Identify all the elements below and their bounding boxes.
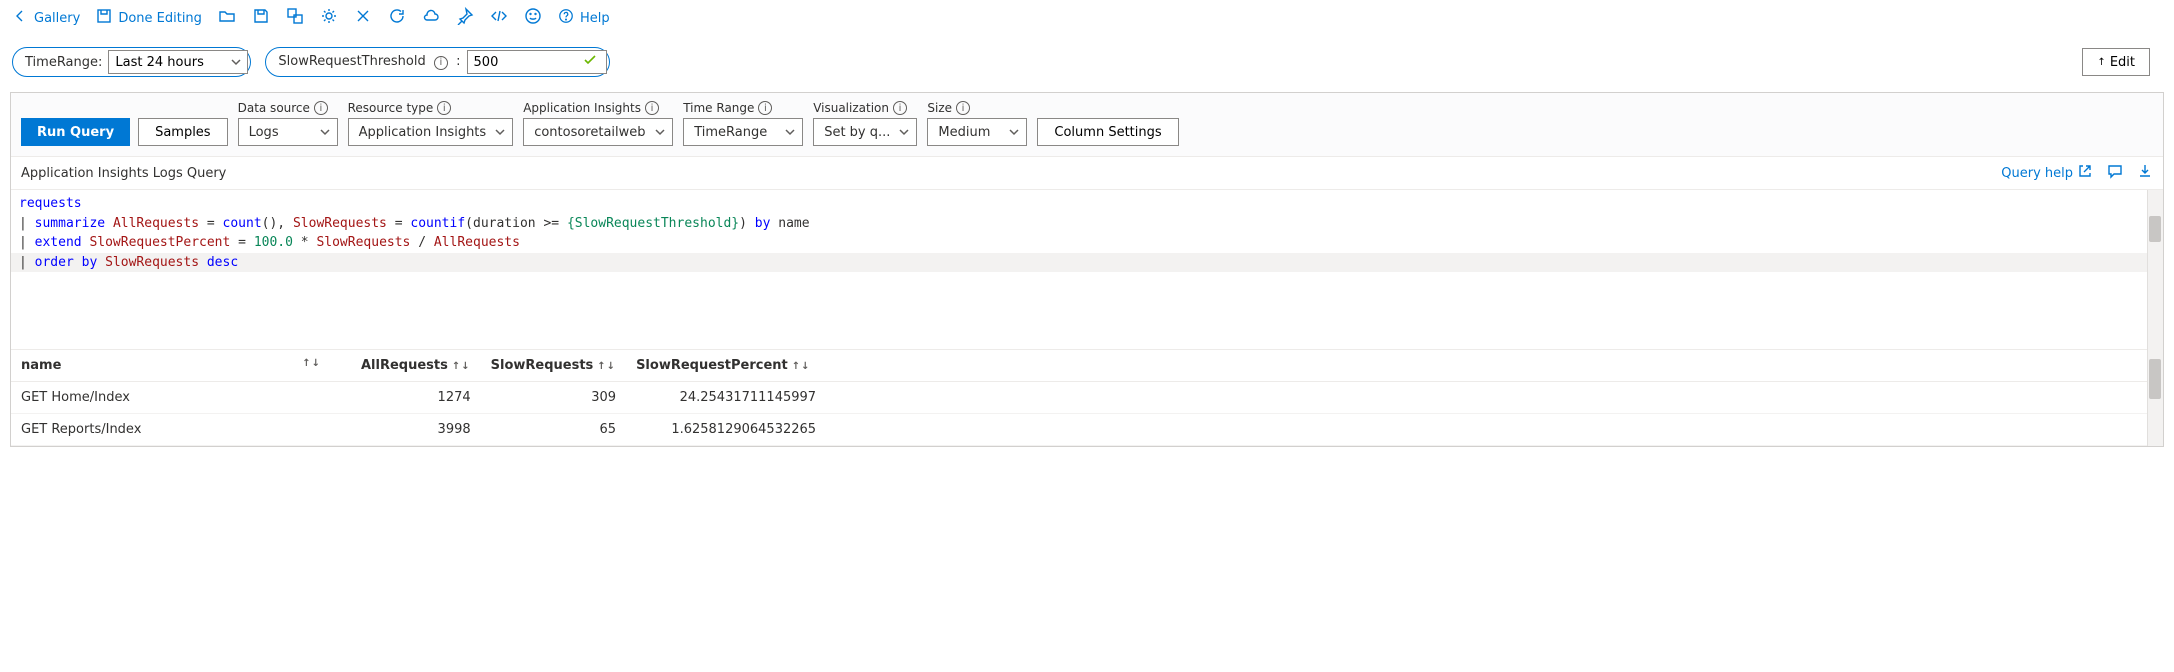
application-insights-select[interactable]: contosoretailweb [523,118,673,146]
question-icon [558,8,574,28]
done-editing-label: Done Editing [118,11,202,26]
size-select[interactable]: Medium [927,118,1027,146]
feedback-button[interactable] [524,7,542,29]
table-scrollbar[interactable] [2147,349,2163,446]
col-slow-requests[interactable]: SlowRequests↑↓ [481,350,626,382]
gear-icon [320,7,338,29]
query-editor[interactable]: requests | summarize AllRequests = count… [11,189,2163,349]
sort-icon: ↑↓ [597,361,616,372]
code-button[interactable] [490,7,508,29]
query-title: Application Insights Logs Query [21,166,226,181]
comment-icon[interactable] [2107,163,2123,183]
time-range-select[interactable]: TimeRange [683,118,803,146]
resource-type-field: Resource typei Application Insights [348,101,514,146]
time-range-field: Time Rangei TimeRange [683,101,803,146]
save-button[interactable] [252,7,270,29]
col-all-requests[interactable]: AllRequests↑↓ [351,350,481,382]
sort-icon: ↑↓ [452,361,471,372]
pin-button[interactable] [456,7,474,29]
close-icon [354,7,372,29]
top-toolbar: Gallery Done Editing [0,0,2174,36]
open-file-button[interactable] [218,7,236,29]
sort-icon: ↑↓ [792,361,811,372]
code-icon [490,7,508,29]
data-source-field: Data sourcei Logs [238,101,338,146]
info-icon[interactable]: i [645,101,659,115]
cloud-icon [422,7,440,29]
col-name[interactable]: name↑↓ [11,350,351,382]
help-label: Help [580,11,610,26]
disk-icon [252,7,270,29]
query-panel: Run Query Samples Data sourcei Logs Reso… [10,92,2164,447]
info-icon[interactable]: i [893,101,907,115]
time-range-param-select[interactable]: Last 24 hours [108,50,248,74]
cloud-button[interactable] [422,7,440,29]
top-actions: ↑ Edit [2082,48,2162,76]
check-icon [583,53,597,71]
visualization-field: Visualizationi Set by q... [813,101,917,146]
size-field: Sizei Medium [927,101,1027,146]
table-row[interactable]: GET Home/Index 1274 309 24.2543171114599… [11,382,2163,414]
edit-button[interactable]: ↑ Edit [2082,48,2150,76]
application-insights-field: Application Insightsi contosoretailweb [523,101,673,146]
download-icon[interactable] [2137,163,2153,183]
col-slow-percent[interactable]: SlowRequestPercent↑↓ [626,350,826,382]
external-link-icon [2077,163,2093,183]
help-button[interactable]: Help [558,8,610,28]
caret-up-icon: ↑ [2097,57,2105,68]
resource-type-select[interactable]: Application Insights [348,118,514,146]
settings-button[interactable] [320,7,338,29]
stack-icon [286,7,304,29]
done-editing-button[interactable]: Done Editing [96,8,202,28]
info-icon[interactable]: i [437,101,451,115]
samples-button[interactable]: Samples [138,118,228,146]
data-source-select[interactable]: Logs [238,118,338,146]
arrow-left-icon [12,8,28,28]
query-help-link[interactable]: Query help [2001,163,2093,183]
editor-scrollbar[interactable] [2147,190,2163,349]
results-table: name↑↓ AllRequests↑↓ SlowRequests↑↓ Slow… [11,349,2163,446]
info-icon[interactable]: i [314,101,328,115]
sort-icon: ↑↓ [302,358,321,369]
info-icon[interactable]: i [956,101,970,115]
slow-threshold-param-label: SlowRequestThreshold i : [278,54,466,70]
folder-icon [218,7,236,29]
parameters-row: TimeRange: Last 24 hours SlowRequestThre… [0,36,2174,88]
run-query-button[interactable]: Run Query [21,118,130,146]
workbook-button[interactable] [286,7,304,29]
smile-icon [524,7,542,29]
gallery-button[interactable]: Gallery [12,8,80,28]
refresh-icon [388,7,406,29]
delete-button[interactable] [354,7,372,29]
info-icon[interactable]: i [758,101,772,115]
info-icon[interactable]: i [434,56,448,70]
slow-threshold-param: SlowRequestThreshold i : [265,47,609,77]
pin-icon [456,7,474,29]
save-doc-icon [96,8,112,28]
visualization-select[interactable]: Set by q... [813,118,917,146]
time-range-param-label: TimeRange: [25,55,108,70]
query-header: Application Insights Logs Query Query he… [11,156,2163,189]
gallery-label: Gallery [34,11,80,26]
config-row: Run Query Samples Data sourcei Logs Reso… [11,93,2163,156]
results-table-container: name↑↓ AllRequests↑↓ SlowRequests↑↓ Slow… [11,349,2163,446]
column-settings-button[interactable]: Column Settings [1037,118,1178,146]
time-range-param: TimeRange: Last 24 hours [12,47,251,77]
refresh-button[interactable] [388,7,406,29]
table-row[interactable]: GET Reports/Index 3998 65 1.625812906453… [11,414,2163,446]
